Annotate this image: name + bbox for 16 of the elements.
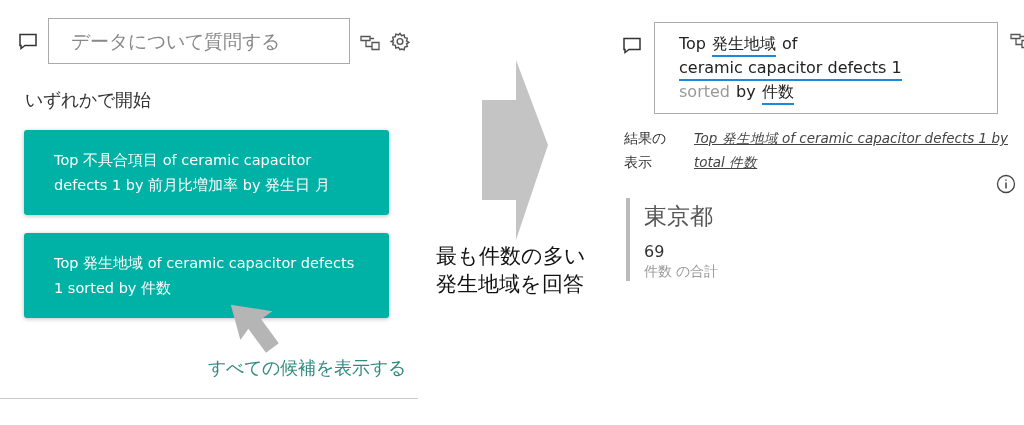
start-heading: いずれかで開始 bbox=[25, 88, 152, 112]
suggestion-button[interactable]: Top 発生地域 of ceramic capacitor defects 1 sorted by 件数 bbox=[24, 233, 389, 318]
suggestion-button[interactable]: Top 不具合項目 of ceramic capacitor defects 1 by 前月比増加率 by 発生日 月 bbox=[24, 130, 389, 215]
settings-icon[interactable] bbox=[390, 31, 410, 51]
chat-icon[interactable] bbox=[622, 36, 642, 55]
result-label: 結果の表示 bbox=[624, 129, 667, 172]
card-value: 69 bbox=[644, 242, 666, 261]
query-field[interactable]: Top 発生地域 of ceramic capacitor defects 1 sorted by 件数 bbox=[654, 22, 999, 114]
result-link[interactable]: Top 発生地域 of ceramic capacitor defects 1 by total 件数 bbox=[694, 126, 1014, 174]
card-caption: 件数 の合計 bbox=[644, 263, 720, 281]
info-icon[interactable] bbox=[996, 174, 1016, 194]
show-all-link[interactable]: すべての候補を表示する bbox=[208, 356, 406, 380]
answer-caption: 最も件数の多い発生地域を回答 bbox=[436, 243, 587, 298]
chat-icon[interactable] bbox=[18, 32, 38, 51]
question-field[interactable]: データについて質問する bbox=[48, 18, 350, 64]
card-title: 東京都 bbox=[644, 202, 714, 231]
